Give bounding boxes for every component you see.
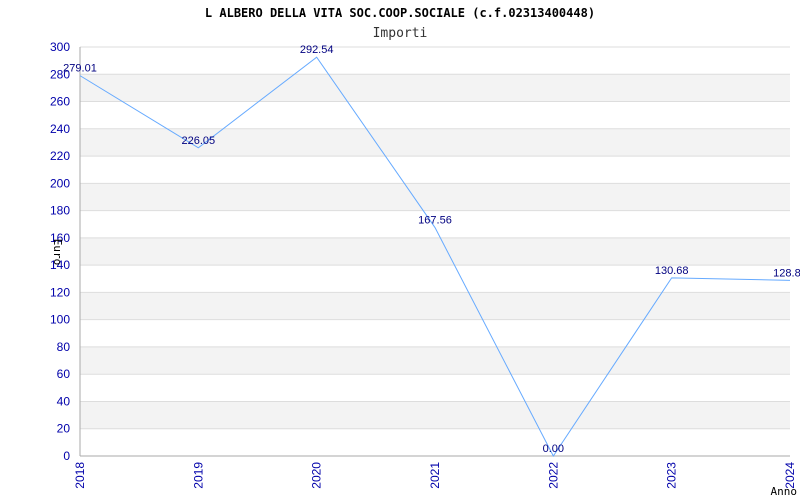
grid-bands <box>80 74 790 429</box>
x-tick-label: 2019 <box>191 462 205 489</box>
data-label: 167.56 <box>418 215 452 227</box>
grid-band <box>80 346 790 375</box>
data-label: 279.01 <box>63 63 97 75</box>
y-tick-label: 20 <box>57 422 71 436</box>
y-tick-label: 80 <box>57 340 71 354</box>
y-tick-label: 40 <box>57 394 71 408</box>
x-tick-labels: 2018 2019 2020 2021 2022 2023 2024 <box>73 462 797 489</box>
y-axis-label: Euro <box>51 239 64 266</box>
y-tick-label: 100 <box>50 313 70 327</box>
y-tick-label: 120 <box>50 285 70 299</box>
data-label: 130.68 <box>655 265 689 277</box>
y-tick-label: 0 <box>63 449 70 463</box>
line-chart: 0204060801001201401601802002202402602803… <box>50 6 800 498</box>
grid-band <box>80 292 790 320</box>
grid-band <box>80 401 790 429</box>
y-tick-label: 300 <box>50 40 70 54</box>
data-label: 128.84 <box>773 267 800 279</box>
grid-band <box>80 237 790 266</box>
data-label: 292.54 <box>300 44 334 56</box>
data-label: 0.00 <box>543 443 564 455</box>
y-tick-label: 60 <box>57 367 71 381</box>
grid-band <box>80 183 790 211</box>
y-tick-label: 240 <box>50 122 70 136</box>
grid-band <box>80 74 790 102</box>
data-label: 226.05 <box>182 135 216 147</box>
chart-subtitle: Importi <box>373 26 428 41</box>
x-tick-label: 2022 <box>546 462 560 489</box>
x-tick-label: 2018 <box>73 462 87 489</box>
x-tick-label: 2020 <box>310 462 324 489</box>
x-axis-label: Anno <box>771 485 798 498</box>
x-tick-label: 2023 <box>665 462 679 489</box>
x-tick-label: 2021 <box>428 462 442 489</box>
y-tick-label: 180 <box>50 204 70 218</box>
y-tick-label: 220 <box>50 149 70 163</box>
y-tick-label: 260 <box>50 95 70 109</box>
y-tick-label: 200 <box>50 176 70 190</box>
chart-title: L ALBERO DELLA VITA SOC.COOP.SOCIALE (c.… <box>205 6 595 20</box>
